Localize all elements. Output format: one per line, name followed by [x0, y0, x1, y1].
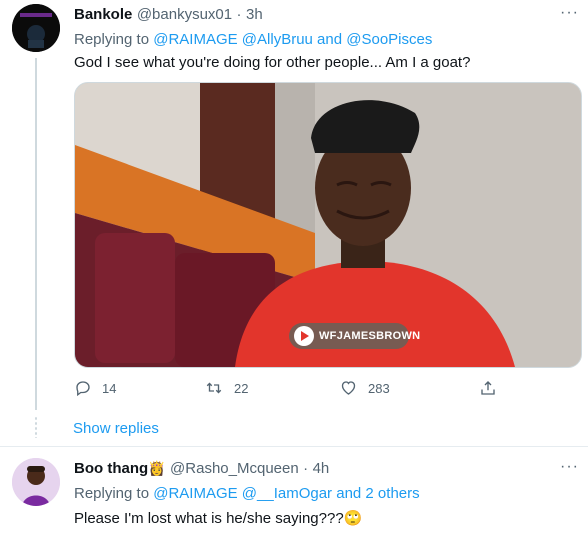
- eye-roll-emoji: 🙄: [343, 510, 363, 527]
- share-icon: [481, 381, 495, 395]
- replying-and[interactable]: and 2 others: [332, 485, 419, 502]
- author-handle[interactable]: @Rasho_Mcqueen: [170, 460, 299, 477]
- replying-mentions[interactable]: @RAIMAGE @AllyBruu: [153, 31, 313, 48]
- reply-count: 14: [102, 380, 117, 396]
- tweet1-text: God I see what you're doing for other pe…: [74, 54, 471, 71]
- tweet-video[interactable]: WFJAMESBROWN: [74, 82, 582, 368]
- replying-and: and: [312, 31, 347, 48]
- avatar-image: [12, 458, 60, 506]
- video-frame: [75, 83, 581, 367]
- timestamp[interactable]: 4h: [313, 460, 330, 477]
- replying-prefix: Replying to: [74, 31, 154, 48]
- author-name[interactable]: Boo thang: [74, 460, 148, 477]
- author-name[interactable]: Bankole: [74, 6, 132, 23]
- replying-last-mention[interactable]: @SooPisces: [346, 31, 432, 48]
- replying-mentions[interactable]: @RAIMAGE @__IamOgar: [153, 485, 332, 502]
- thread-dots: [34, 416, 38, 438]
- princess-emoji: 👸: [148, 460, 166, 476]
- avatar-bankole[interactable]: [12, 4, 60, 52]
- separator-dot: ·: [236, 6, 242, 23]
- like-count: 283: [368, 380, 390, 396]
- replying-to: Replying to @RAIMAGE @__IamOgar and 2 ot…: [74, 485, 420, 502]
- retweet-icon: [206, 382, 222, 394]
- timestamp[interactable]: 3h: [246, 6, 263, 23]
- thread-line: [35, 58, 37, 410]
- replying-to: Replying to @RAIMAGE @AllyBruu and @SooP…: [74, 31, 432, 48]
- avatar-image: [12, 4, 60, 52]
- retweet-button[interactable]: 22: [204, 379, 248, 397]
- tweet2-header: Boo thang👸 @Rasho_Mcqueen · 4h: [74, 460, 329, 478]
- more-icon[interactable]: ···: [560, 458, 579, 476]
- like-button[interactable]: 283: [339, 379, 390, 397]
- author-handle[interactable]: @bankysux01: [137, 6, 232, 23]
- avatar-boo-thang[interactable]: [12, 458, 60, 506]
- tweet2-text: Please I'm lost what is he/she saying???…: [74, 509, 362, 527]
- video-watermark: WFJAMESBROWN: [319, 330, 421, 342]
- tweet1-header: Bankole @bankysux01 · 3h: [74, 6, 263, 24]
- tweet-text: Please I'm lost what is he/she saying???: [74, 510, 344, 527]
- retweet-count: 22: [234, 380, 249, 396]
- separator-dot: ·: [303, 460, 309, 477]
- more-icon[interactable]: ···: [560, 4, 579, 22]
- reply-icon: [76, 381, 90, 397]
- replying-prefix: Replying to: [74, 485, 154, 502]
- reply-button[interactable]: 14: [74, 379, 116, 397]
- share-button[interactable]: [479, 379, 497, 397]
- show-replies-link[interactable]: Show replies: [73, 420, 159, 437]
- tweet-divider: [0, 446, 588, 447]
- like-icon: [341, 381, 356, 395]
